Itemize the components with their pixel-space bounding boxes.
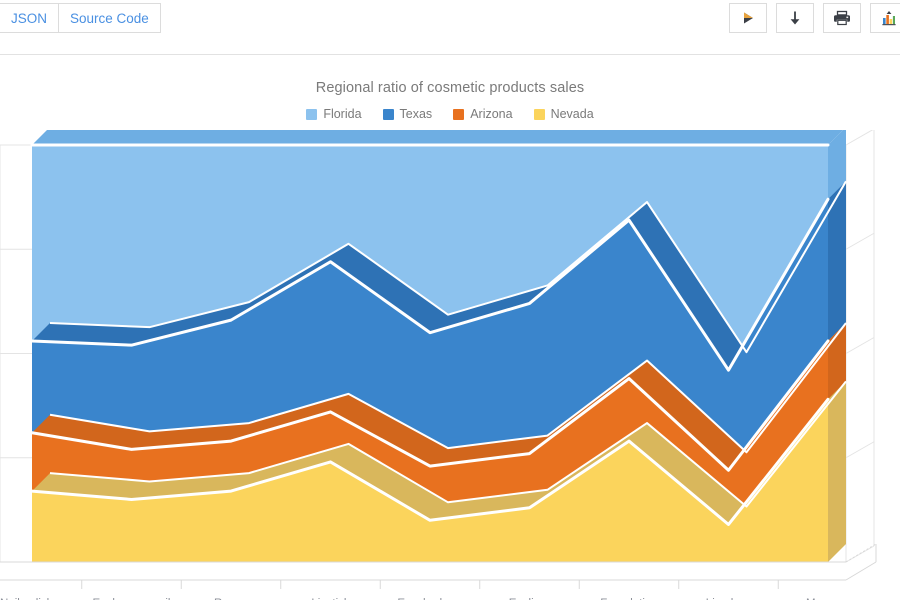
run-button[interactable]	[729, 3, 767, 33]
legend-item-florida[interactable]: Florida	[306, 107, 362, 121]
legend-item-arizona[interactable]: Arizona	[453, 107, 513, 121]
toolbar-action-group	[720, 3, 900, 33]
chart-plot-area: Nail polishEyebrow pencilRougeLipstickEy…	[0, 130, 900, 600]
area-side-texas	[828, 181, 846, 341]
legend-item-texas[interactable]: Texas	[382, 107, 433, 121]
legend-swatch-arizona	[453, 108, 465, 120]
download-button[interactable]	[776, 3, 814, 33]
export-chart-button[interactable]	[870, 3, 900, 33]
toolbar-tab-group: JSON Source Code	[0, 3, 161, 33]
play-icon	[744, 12, 753, 24]
legend-swatch-nevada	[533, 108, 545, 120]
chart-title: Regional ratio of cosmetic products sale…	[315, 80, 585, 96]
legend-swatch-florida	[306, 108, 318, 120]
legend-label-florida: Florida	[323, 107, 362, 121]
export-chart-icon	[882, 11, 896, 26]
chart-page: JSON Source Code Regional ratio of cosme…	[0, 0, 900, 600]
area-lid-florida	[32, 130, 843, 145]
legend-item-nevada[interactable]: Nevada	[533, 107, 594, 121]
area-side-nevada	[828, 381, 846, 562]
legend-label-nevada: Nevada	[550, 107, 594, 121]
toolbar: JSON Source Code	[0, 0, 900, 55]
legend-label-texas: Texas	[399, 107, 433, 121]
legend-swatch-texas	[382, 108, 394, 120]
download-arrow-icon	[790, 11, 800, 25]
print-button[interactable]	[823, 3, 861, 33]
stacked-area-3d-chart[interactable]: Nail polishEyebrow pencilRougeLipstickEy…	[0, 130, 900, 600]
tab-source-code[interactable]: Source Code	[58, 3, 161, 33]
printer-icon	[834, 10, 850, 26]
legend-label-arizona: Arizona	[470, 107, 513, 121]
chart-legend: Florida Texas Arizona Nevada	[0, 107, 900, 121]
tab-json[interactable]: JSON	[0, 3, 60, 33]
